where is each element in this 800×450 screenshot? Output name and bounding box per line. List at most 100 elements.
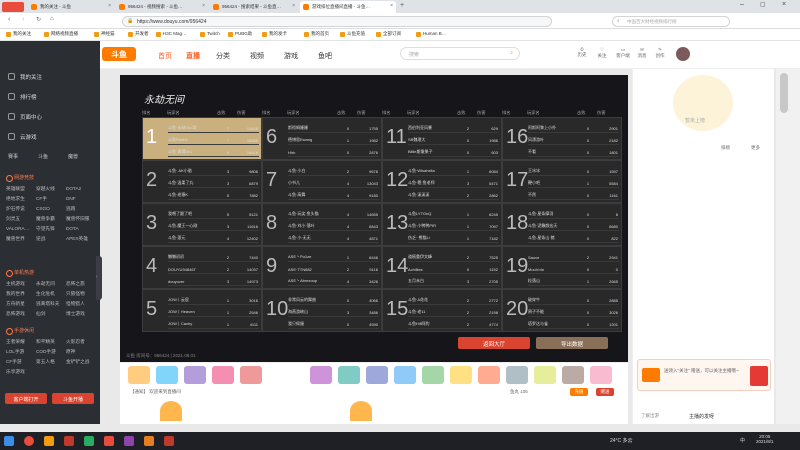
category-link[interactable]: 原神 (66, 349, 96, 355)
bookmark-item[interactable]: 我的关注 (6, 31, 31, 37)
category-link[interactable]: 炉石传说 (6, 206, 36, 212)
sidebar-item-warcraft[interactable]: 魔兽 (68, 153, 78, 160)
bookmark-item[interactable]: PUBG助 (228, 31, 252, 37)
category-link[interactable]: 绝地求生 (6, 196, 36, 202)
sidebar-item-esports[interactable]: 赛事 (8, 153, 18, 160)
gift-item[interactable] (534, 366, 556, 384)
category-link[interactable]: 剑灵五 (6, 216, 36, 222)
start-stream-button[interactable]: 斗鱼开播 (52, 393, 94, 404)
create-icon[interactable]: ✎ 创作 (654, 47, 666, 59)
app-icon[interactable] (144, 436, 154, 446)
app-icon[interactable] (124, 436, 134, 446)
bookmark-item[interactable]: 网络视频直播 (44, 31, 78, 37)
app-icon[interactable] (44, 436, 54, 446)
url-input[interactable]: 🔒 https://www.douyu.com/956424 (122, 16, 552, 27)
gift-item[interactable] (366, 366, 388, 384)
gift-item[interactable] (184, 366, 206, 384)
client-open-button[interactable]: 客户端打开 (5, 393, 47, 404)
bookmark-item[interactable]: 开发者 (128, 31, 149, 37)
category-link[interactable]: 乐享游戏 (6, 369, 36, 375)
history-icon[interactable]: ⏲ 历史 (576, 47, 588, 58)
back-icon[interactable]: ‹ (8, 16, 10, 23)
gift-item[interactable] (478, 366, 500, 384)
clock[interactable]: 20:05 2021/8/1 (756, 434, 774, 444)
category-link[interactable]: 我的世界 (6, 291, 36, 297)
more-button[interactable]: 更多 (751, 145, 760, 151)
gift-item[interactable] (156, 366, 178, 384)
nav-live[interactable]: 直播 (186, 51, 200, 61)
scroll-thumb[interactable] (780, 73, 788, 113)
gift-item[interactable] (338, 366, 360, 384)
category-link[interactable]: 永劫无间 (36, 281, 66, 287)
bookmark-item[interactable]: Human B… (416, 31, 446, 37)
close-icon[interactable]: × (292, 3, 295, 9)
category-link[interactable]: 王者荣耀 (6, 339, 36, 345)
tab-2[interactable]: 956424 - 搜索结果 - 斗鱼直… × (210, 1, 298, 13)
category-link[interactable]: 第五人格 (36, 359, 66, 365)
douyu-logo[interactable]: 斗鱼 (102, 47, 136, 61)
send-gift-button[interactable]: 赠送 (596, 388, 614, 396)
minimize-button[interactable]: – (740, 1, 744, 8)
category-link[interactable]: 博士游戏 (66, 311, 96, 317)
category-link[interactable]: VALORA… (6, 226, 36, 232)
category-link[interactable]: 主机游戏 (6, 281, 36, 287)
browser-search-input[interactable]: ⌕ 中国百大财经视频排行榜 (612, 16, 730, 27)
gift-item[interactable] (212, 366, 234, 384)
category-link[interactable]: 恐怖之旅 (66, 281, 96, 287)
search-icon[interactable]: ⌕ (510, 50, 513, 56)
gift-item[interactable] (128, 366, 150, 384)
category-link[interactable]: LOL手游 (6, 349, 36, 355)
tab-0[interactable]: 我的关注 - 斗鱼 × (28, 1, 114, 13)
sidebar-item-ranking[interactable]: 排行榜 (8, 93, 37, 101)
category-link[interactable]: 逃离塔科夫 (36, 301, 66, 307)
category-link[interactable]: DOTA2 (66, 186, 96, 192)
gift-item[interactable] (422, 366, 444, 384)
app-icon[interactable] (84, 436, 94, 446)
gift-item[interactable] (562, 366, 584, 384)
category-link[interactable]: 仙剑 (36, 311, 66, 317)
close-icon[interactable]: × (202, 3, 205, 9)
gift-item[interactable] (506, 366, 528, 384)
red-packet-icon[interactable] (750, 366, 768, 386)
forward-icon[interactable]: › (22, 16, 24, 23)
category-link[interactable]: 金铲铲之战 (66, 359, 96, 365)
nav-category[interactable]: 分类 (216, 51, 230, 61)
category-link[interactable]: DNF (66, 196, 96, 202)
category-link[interactable]: 只狼怪物 (66, 291, 96, 297)
rank-button[interactable]: 排榜 (721, 145, 730, 151)
category-link[interactable]: DOTA (66, 226, 96, 232)
browser-app-icon[interactable] (24, 436, 34, 446)
sidebar-item-follow[interactable]: 我的关注 (8, 73, 42, 81)
avatar[interactable] (676, 47, 690, 61)
category-link[interactable]: 英雄联盟 (6, 186, 36, 192)
back-to-lobby-button[interactable]: 返回大厅 (458, 337, 530, 349)
tab-streamer-posts[interactable]: 主播的发呀 (689, 413, 714, 420)
gift-item[interactable] (240, 366, 262, 384)
category-link[interactable]: 生化危机 (36, 291, 66, 297)
window-close-button[interactable]: × (782, 1, 786, 8)
app-icon[interactable] (164, 436, 174, 446)
start-icon[interactable] (4, 436, 14, 446)
sidebar-collapse-handle[interactable]: ‹ (96, 256, 102, 300)
category-link[interactable]: 逃跑 (66, 206, 96, 212)
category-link[interactable]: 魔兽争霸 (36, 216, 66, 222)
nav-yuba[interactable]: 鱼吧 (318, 51, 332, 61)
page-scrollbar[interactable] (776, 69, 800, 424)
gift-item[interactable] (310, 366, 332, 384)
bookmark-item[interactable]: 斗鱼充值 (340, 31, 365, 37)
tab-guide[interactable]: 了解出游 (641, 413, 659, 419)
sidebar-item-douyu[interactable]: 斗鱼 (38, 153, 48, 160)
tab-3[interactable]: 游戏排位直播间直播 - 斗鱼… × (300, 1, 396, 13)
category-link[interactable]: 逆战 (36, 236, 66, 242)
gift-item[interactable] (450, 366, 472, 384)
bookmark-item[interactable]: 我的发卡 (262, 31, 287, 37)
close-icon[interactable]: × (390, 3, 393, 9)
home-icon[interactable]: ⌂ (50, 16, 54, 22)
browser-logo-icon[interactable] (2, 2, 24, 12)
sidebar-item-cloud-game[interactable]: 云游戏 (8, 133, 37, 141)
ime-indicator[interactable]: 中 (740, 437, 745, 444)
category-link[interactable]: 魔兽怀旧服 (66, 216, 96, 222)
new-tab-button[interactable]: + (400, 2, 404, 9)
recharge-button[interactable]: 充值 (570, 388, 588, 396)
category-link[interactable]: 恐怖游戏 (6, 311, 36, 317)
